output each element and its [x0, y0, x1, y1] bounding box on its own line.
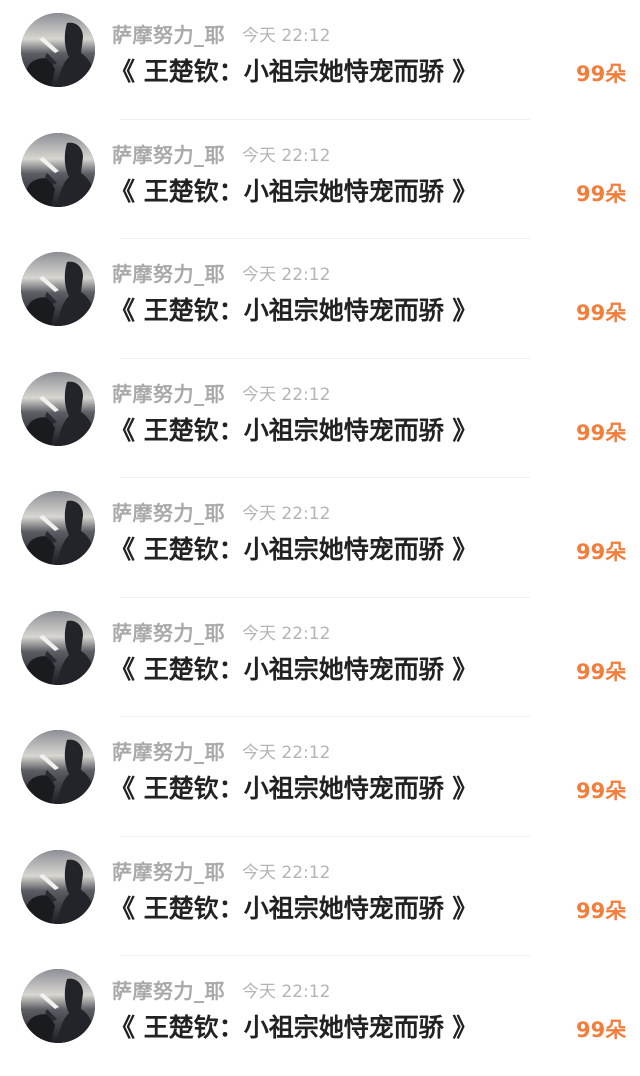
username[interactable]: 萨摩努力_耶: [112, 139, 225, 168]
message-row[interactable]: 萨摩努力_耶 今天 22:12 《 王楚钦：小祖宗她恃宠而骄 》 99朵: [0, 120, 640, 239]
message-title[interactable]: 《 王楚钦：小祖宗她恃宠而骄 》: [110, 650, 477, 686]
message-row[interactable]: 萨摩努力_耶 今天 22:12 《 王楚钦：小祖宗她恃宠而骄 》 99朵: [0, 837, 640, 956]
avatar-silhouette-sunset-icon: [21, 132, 95, 207]
message-time: 今天 22:12: [242, 384, 331, 405]
flower-count-badge: 99朵: [576, 659, 627, 684]
username[interactable]: 萨摩努力_耶: [112, 258, 225, 287]
avatar[interactable]: [21, 610, 95, 685]
avatar-silhouette-sunset-icon: [21, 491, 95, 565]
message-time: 今天 22:12: [242, 862, 331, 883]
flower-count-badge: 99朵: [576, 540, 627, 564]
message-row[interactable]: 萨摩努力_耶 今天 22:12 《 王楚钦：小祖宗她恃宠而骄 》 99朵: [0, 0, 640, 120]
flower-count-badge: 99朵: [576, 181, 627, 206]
avatar[interactable]: [21, 491, 95, 565]
message-title[interactable]: 《 王楚钦：小祖宗她恃宠而骄 》: [110, 889, 477, 925]
message-title[interactable]: 《 王楚钦：小祖宗她恃宠而骄 》: [110, 172, 477, 208]
avatar[interactable]: [21, 849, 95, 924]
avatar[interactable]: [21, 132, 95, 207]
message-title[interactable]: 《 王楚钦：小祖宗她恃宠而骄 》: [110, 530, 477, 566]
avatar-silhouette-sunset-icon: [21, 13, 95, 87]
avatar-silhouette-sunset-icon: [21, 252, 95, 326]
avatar-silhouette-sunset-icon: [21, 849, 95, 924]
avatar[interactable]: [21, 371, 95, 446]
username[interactable]: 萨摩努力_耶: [112, 497, 225, 526]
message-row[interactable]: 萨摩努力_耶 今天 22:12 《 王楚钦：小祖宗她恃宠而骄 》 99朵: [0, 717, 640, 837]
message-time: 今天 22:12: [242, 265, 331, 285]
message-title[interactable]: 《 王楚钦：小祖宗她恃宠而骄 》: [110, 52, 477, 88]
message-title[interactable]: 《 王楚钦：小祖宗她恃宠而骄 》: [110, 291, 477, 327]
flower-count-badge: 99朵: [576, 779, 627, 803]
flower-count-badge: 99朵: [576, 420, 627, 445]
message-row[interactable]: 萨摩努力_耶 今天 22:12 《 王楚钦：小祖宗她恃宠而骄 》 99朵: [0, 359, 640, 478]
username[interactable]: 萨摩努力_耶: [112, 975, 225, 1004]
message-row[interactable]: 萨摩努力_耶 今天 22:12 《 王楚钦：小祖宗她恃宠而骄 》 99朵: [0, 956, 640, 1076]
message-title[interactable]: 《 王楚钦：小祖宗她恃宠而骄 》: [110, 1008, 477, 1044]
message-time: 今天 22:12: [242, 145, 331, 166]
message-time: 今天 22:12: [242, 982, 331, 1002]
avatar-silhouette-sunset-icon: [21, 969, 95, 1043]
avatar[interactable]: [21, 730, 95, 804]
avatar-silhouette-sunset-icon: [21, 371, 95, 446]
message-row[interactable]: 萨摩努力_耶 今天 22:12 《 王楚钦：小祖宗她恃宠而骄 》 99朵: [0, 478, 640, 598]
flower-count-badge: 99朵: [576, 898, 627, 923]
username[interactable]: 萨摩努力_耶: [112, 856, 225, 885]
message-title[interactable]: 《 王楚钦：小祖宗她恃宠而骄 》: [110, 769, 477, 805]
avatar[interactable]: [21, 13, 95, 87]
message-time: 今天 22:12: [242, 504, 331, 524]
message-row[interactable]: 萨摩努力_耶 今天 22:12 《 王楚钦：小祖宗她恃宠而骄 》 99朵: [0, 598, 640, 717]
avatar[interactable]: [21, 969, 95, 1043]
username[interactable]: 萨摩努力_耶: [112, 617, 225, 646]
flower-count-badge: 99朵: [576, 1018, 627, 1042]
username[interactable]: 萨摩努力_耶: [112, 378, 225, 407]
username[interactable]: 萨摩努力_耶: [112, 736, 225, 765]
message-list: 萨摩努力_耶 今天 22:12 《 王楚钦：小祖宗她恃宠而骄 》 99朵 萨摩努…: [0, 0, 640, 1065]
avatar-silhouette-sunset-icon: [21, 730, 95, 804]
avatar-silhouette-sunset-icon: [21, 610, 95, 685]
message-time: 今天 22:12: [242, 743, 331, 763]
message-row[interactable]: 萨摩努力_耶 今天 22:12 《 王楚钦：小祖宗她恃宠而骄 》 99朵: [0, 239, 640, 359]
flower-count-badge: 99朵: [576, 301, 627, 325]
message-time: 今天 22:12: [242, 623, 331, 644]
avatar[interactable]: [21, 252, 95, 326]
flower-count-badge: 99朵: [576, 62, 627, 86]
message-time: 今天 22:12: [242, 26, 331, 46]
username[interactable]: 萨摩努力_耶: [112, 19, 225, 48]
message-title[interactable]: 《 王楚钦：小祖宗她恃宠而骄 》: [110, 411, 477, 447]
